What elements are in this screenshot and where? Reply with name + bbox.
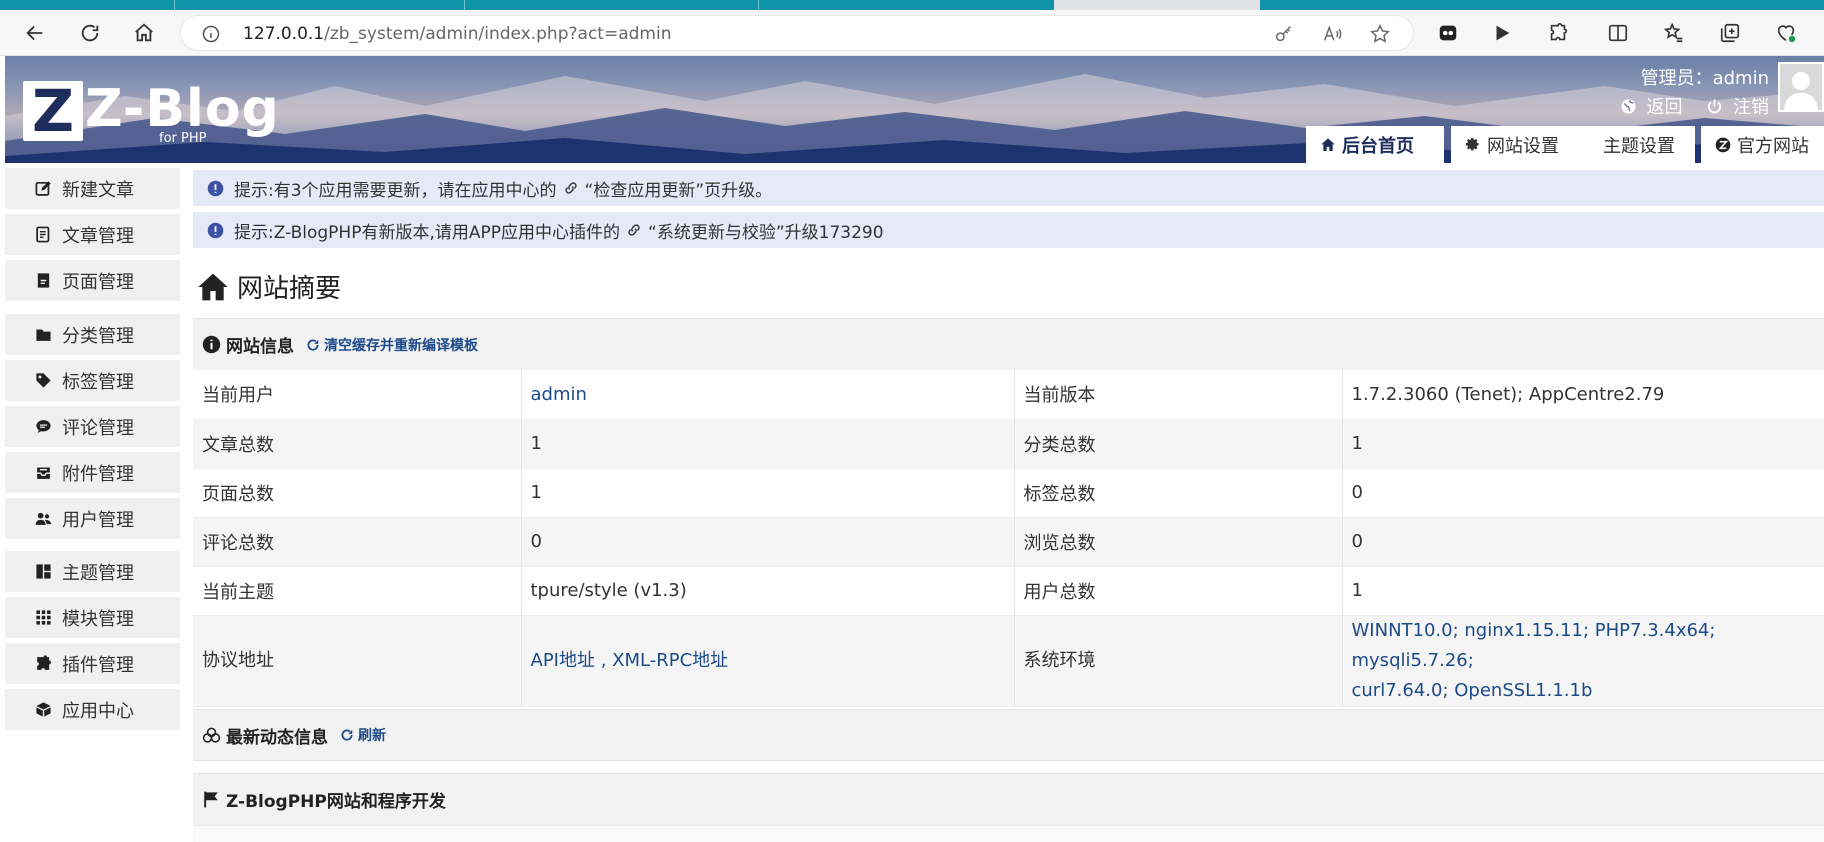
home-icon[interactable] [128, 17, 160, 49]
sidebar-item-modules[interactable]: 模块管理 [5, 597, 180, 638]
folder-icon [36, 329, 51, 341]
info-circle-icon [202, 335, 221, 354]
browser-tabstrip [0, 0, 1824, 10]
system-env-line1[interactable]: WINNT10.0; nginx1.15.11; PHP7.3.4x64; my… [1352, 616, 1824, 676]
flag-icon [204, 791, 218, 808]
extension-face-icon[interactable] [1432, 17, 1464, 49]
extensions-puzzle-icon[interactable] [1542, 17, 1574, 49]
news-header: 最新动态信息 刷新 [193, 709, 1824, 761]
article-icon [36, 226, 50, 243]
sidebar-item-app-center[interactable]: 应用中心 [5, 689, 180, 730]
url-text[interactable]: 127.0.0.1/zb_system/admin/index.php?act=… [243, 24, 671, 44]
tag-icon [36, 373, 51, 388]
browser-toolbar: 127.0.0.1/zb_system/admin/index.php?act=… [0, 10, 1824, 56]
avatar[interactable] [1778, 62, 1824, 112]
edit-icon [35, 181, 51, 196]
xmlrpc-link[interactable]: XML-RPC地址 [612, 650, 728, 671]
home-icon [1321, 137, 1335, 151]
api-link[interactable]: API地址 [531, 650, 595, 671]
users-icon [35, 512, 52, 525]
table-row: 协议地址 API地址 , XML-RPC地址 系统环境 WINNT10.0; n… [193, 615, 1824, 707]
comment-icon [36, 420, 51, 433]
globe-icon [1621, 99, 1636, 114]
sidebar-item-tags[interactable]: 标签管理 [5, 360, 180, 401]
refresh-icon [307, 339, 319, 351]
dev-header: Z-BlogPHP网站和程序开发 [193, 773, 1824, 825]
admin-label: 管理员：admin [1640, 68, 1769, 89]
home-icon [198, 273, 228, 300]
site-info-table: 当前用户 admin 当前版本 1.7.2.3060 (Tenet); AppC… [193, 370, 1824, 707]
tab-strip-teal-right [1260, 0, 1824, 10]
refresh-news-link[interactable]: 刷新 [340, 725, 386, 745]
split-screen-icon[interactable] [1602, 17, 1634, 49]
address-bar[interactable]: 127.0.0.1/zb_system/admin/index.php?act=… [180, 15, 1414, 51]
table-row: 评论总数 0 浏览总数 0 [193, 517, 1824, 567]
refresh-icon [341, 729, 353, 741]
favorites-icon[interactable] [1658, 17, 1690, 49]
read-aloud-icon[interactable] [1321, 23, 1343, 45]
tab-separator [174, 0, 175, 10]
table-row: 文章总数 1 分类总数 1 [193, 419, 1824, 469]
user-avatar-icon [1784, 72, 1818, 110]
site-info-header: 网站信息 清空缓存并重新编译模板 [193, 318, 1824, 370]
logout-link[interactable]: 注销 [1706, 97, 1769, 118]
link-icon [564, 182, 577, 194]
page-title: 网站摘要 [197, 268, 341, 305]
sidebar-item-categories[interactable]: 分类管理 [5, 314, 180, 355]
gear-icon [1465, 137, 1479, 151]
sidebar-item-articles[interactable]: 文章管理 [5, 214, 180, 255]
update-notice: 提示:有3个应用需要更新，请在应用中心的 “检查应用更新”页升级。 [193, 170, 1824, 206]
version-notice: 提示:Z-BlogPHP有新版本,请用APP应用中心插件的 “系统更新与校验”升… [193, 212, 1824, 248]
back-arrow-icon[interactable] [19, 17, 51, 49]
tab-strip-teal [0, 0, 1054, 10]
back-link[interactable]: 返回 [1620, 97, 1688, 118]
sidebar-item-plugins[interactable]: 插件管理 [5, 643, 180, 684]
table-row: 当前主题 tpure/style (v1.3) 用户总数 1 [193, 566, 1824, 616]
power-icon [1708, 99, 1722, 114]
play-icon[interactable] [1486, 17, 1518, 49]
sidebar-item-attachments[interactable]: 附件管理 [5, 452, 180, 493]
rss-cluster-icon [202, 727, 221, 743]
nav-admin-home[interactable]: 后台首页 [1306, 126, 1444, 163]
link-icon [628, 224, 640, 236]
table-row: 当前用户 admin 当前版本 1.7.2.3060 (Tenet); AppC… [193, 370, 1824, 420]
user-info: 管理员：admin 返回 注销 [1602, 64, 1769, 119]
puzzle-icon [37, 655, 51, 670]
favorite-star-icon[interactable] [1369, 23, 1391, 45]
reload-icon[interactable] [74, 17, 106, 49]
table-row: 页面总数 1 标签总数 0 [193, 468, 1824, 518]
inbox-icon [37, 467, 50, 479]
sidebar-item-new-article[interactable]: 新建文章 [5, 168, 180, 209]
nav-site-settings[interactable]: 网站设置 [1451, 126, 1591, 163]
dev-table-row [193, 825, 1824, 842]
box-icon [36, 702, 51, 717]
clear-cache-link[interactable]: 清空缓存并重新编译模板 [306, 335, 478, 355]
page-icon [37, 273, 50, 288]
key-icon[interactable] [1273, 23, 1295, 45]
check-updates-link[interactable]: “检查应用更新”页升级。 [585, 176, 773, 201]
collections-icon[interactable] [1714, 17, 1746, 49]
sidebar-item-users[interactable]: 用户管理 [5, 498, 180, 539]
admin-header-banner: Z Z-Blog for PHP 管理员：admin 返回 注销 后台首页 网站… [5, 56, 1824, 163]
sidebar-item-comments[interactable]: 评论管理 [5, 406, 180, 447]
tab-separator [464, 0, 465, 10]
system-update-link[interactable]: “系统更新与校验”升级173290 [648, 218, 884, 243]
logo-z-box: Z [23, 77, 83, 145]
sidebar-item-pages[interactable]: 页面管理 [5, 260, 180, 301]
exclamation-circle-icon [207, 180, 224, 196]
layout-icon [36, 564, 51, 579]
sidebar-item-themes[interactable]: 主题管理 [5, 551, 180, 592]
zblog-icon [1715, 137, 1731, 152]
system-env-line2[interactable]: curl7.64.0; OpenSSL1.1.1b [1352, 676, 1824, 706]
tab-separator [758, 0, 759, 10]
current-user-link[interactable]: admin [521, 370, 1015, 420]
logo-brand-text: Z-Blog [85, 79, 280, 139]
performance-heart-icon[interactable] [1770, 17, 1802, 49]
exclamation-circle-icon [207, 222, 224, 238]
nav-official-site[interactable]: 官方网站 [1701, 126, 1824, 163]
grid-icon [36, 610, 51, 625]
logo-subtitle: for PHP [159, 131, 207, 146]
nav-theme-settings[interactable]: 主题设置 [1589, 126, 1695, 163]
info-icon[interactable] [201, 24, 221, 44]
